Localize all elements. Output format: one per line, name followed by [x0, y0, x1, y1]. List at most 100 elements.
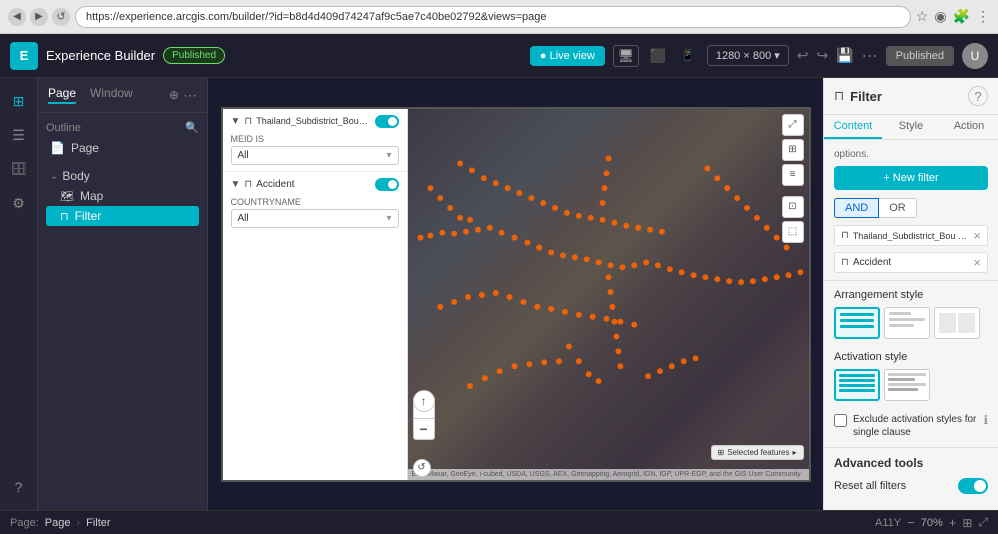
map-expand-btn[interactable]: ⤢ [782, 114, 804, 136]
right-panel-tabs: Content Style Action [824, 115, 998, 140]
tab-window[interactable]: Window [90, 86, 133, 104]
redo-btn[interactable]: ↪ [817, 47, 829, 64]
map-area: ⤢ ⊞ ≡ ⊡ ⬚ + − ↑ [408, 109, 809, 480]
exclude-checkbox[interactable] [834, 414, 847, 427]
page-value[interactable]: Page [45, 517, 71, 529]
filter-item[interactable]: ⊓ Filter [46, 206, 199, 226]
live-view-button[interactable]: ● Live view [530, 46, 605, 66]
resolution-selector[interactable]: 1280 × 800 ▾ [707, 45, 789, 66]
browser-ext-icon[interactable]: 🧩 [953, 8, 970, 25]
body-collapse-icon: ⌄ [50, 171, 58, 182]
grid-btn[interactable]: ⊞ [962, 516, 972, 530]
panel-help-btn[interactable]: ? [968, 86, 988, 106]
activation-label: Activation style [834, 351, 988, 363]
filter-left-panel: ▼ ⊓ Thailand_Subdistrict_Boundaries_2023… [223, 109, 408, 480]
map-compass-btn[interactable]: ↑ [413, 390, 435, 412]
sidebar-icon-layers[interactable]: ☰ [4, 120, 34, 150]
arrangement-option-1[interactable] [834, 307, 880, 339]
reset-all-label: Reset all filters [834, 480, 906, 492]
filter1-name: Thailand_Subdistrict_Bou ndaries_2023 [853, 231, 970, 241]
map-extent-btn[interactable]: ⊡ [782, 196, 804, 218]
map-legend-btn[interactable]: ≡ [782, 164, 804, 186]
reset-toggle[interactable] [958, 478, 988, 494]
activation-option-1[interactable] [834, 369, 880, 401]
tab-style[interactable]: Style [882, 115, 940, 139]
outline-section-header: Outline 🔍 [46, 119, 199, 138]
page-item[interactable]: 📄 Page [46, 138, 199, 158]
browser-back-btn[interactable]: ◀ [8, 8, 26, 26]
widget-preview: ▼ ⊓ Thailand_Subdistrict_Boundaries_2023… [221, 107, 811, 482]
activation-option-2[interactable] [884, 369, 930, 401]
tab-content[interactable]: Content [824, 115, 882, 139]
field1-label: MEID IS [231, 134, 399, 144]
field1-select[interactable]: All ▾ [231, 146, 399, 165]
phone-view-btn[interactable]: 📱 [677, 45, 699, 67]
tab-action[interactable]: Action [940, 115, 998, 139]
field2-select[interactable]: All ▾ [231, 209, 399, 228]
browser-star-icon[interactable]: ☆ [916, 8, 929, 25]
filter-tag-2: ⊓ Accident × [834, 252, 988, 273]
sidebar-icon-help[interactable]: ? [4, 472, 34, 502]
browser-bar: ◀ ▶ ↺ https://experience.arcgis.com/buil… [0, 0, 998, 34]
map-select-btn[interactable]: ⬚ [782, 221, 804, 243]
browser-menu-icon[interactable]: ⋮ [976, 8, 990, 25]
a11y-label: A11Y [875, 517, 901, 529]
arrangement-option-3[interactable] [934, 307, 980, 339]
fullscreen-btn[interactable]: ⤢ [978, 515, 988, 530]
and-btn[interactable]: AND [834, 198, 879, 218]
body-section-header[interactable]: ⌄ Body [46, 166, 199, 186]
sidebar-icon-pages[interactable]: ⊞ [4, 86, 34, 116]
map-item-label: Map [80, 189, 103, 203]
save-btn[interactable]: 💾 [836, 47, 853, 64]
new-filter-btn[interactable]: + New filter [834, 166, 988, 190]
panel-expand-btn[interactable]: ⊕ [169, 87, 179, 104]
browser-reload-btn[interactable]: ↺ [52, 8, 70, 26]
outline-search-btn[interactable]: 🔍 [185, 121, 199, 134]
app-logo: E [10, 42, 38, 70]
advanced-tools-section: Advanced tools Reset all filters [824, 448, 998, 502]
filter-icon-2: ⊓ [244, 179, 252, 190]
publish-btn[interactable]: Published [886, 46, 954, 66]
tab-page[interactable]: Page [48, 86, 76, 104]
map-zoom-out-btn[interactable]: − [413, 418, 435, 440]
desktop-view-btn[interactable]: 🖥 [613, 45, 639, 67]
zoom-minus-btn[interactable]: − [907, 515, 915, 530]
right-panel-header: ⊓ Filter ? [824, 78, 998, 115]
more-options-btn[interactable]: ⋯ [862, 46, 878, 66]
filter2-icon: ⊓ [841, 257, 849, 268]
exclude-info-icon[interactable]: ℹ [983, 413, 988, 427]
avatar[interactable]: U [962, 43, 988, 69]
layer1-toggle[interactable] [375, 115, 399, 128]
or-btn[interactable]: OR [879, 198, 917, 218]
right-panel-title: Filter [850, 89, 882, 104]
sidebar-icon-settings[interactable]: ⚙ [4, 188, 34, 218]
breadcrumb-sep: › [76, 517, 80, 529]
browser-forward-btn[interactable]: ▶ [30, 8, 48, 26]
content-wrapper: ⊞ ☰ 🗄 ⚙ ? Page Window ⊕ ⋯ Outline 🔍 📄 [0, 78, 998, 510]
sidebar-icon-data[interactable]: 🗄 [4, 154, 34, 184]
map-icon: 🗺 [60, 190, 74, 203]
app-header: E Experience Builder Published ● Live vi… [0, 34, 998, 78]
arrangement-option-2[interactable] [884, 307, 930, 339]
map-attribution: Esri, Maxar, GeoEye, i-cubed, USDA, USGS… [408, 469, 809, 480]
page-item-label: Page [71, 141, 99, 155]
filter2-name: Accident [853, 257, 970, 268]
panel-more-btn[interactable]: ⋯ [183, 87, 197, 104]
filter-tag-1: ⊓ Thailand_Subdistrict_Bou ndaries_2023 … [834, 225, 988, 246]
options-text: options. [834, 149, 869, 160]
map-layers-btn[interactable]: ⊞ [782, 139, 804, 161]
browser-url-bar[interactable]: https://experience.arcgis.com/builder/?i… [75, 6, 911, 28]
refresh-btn[interactable]: ↺ [413, 459, 431, 477]
filter-panel-icon: ⊓ [834, 88, 844, 104]
left-icon-sidebar: ⊞ ☰ 🗄 ⚙ ? [0, 78, 38, 510]
layer2-toggle[interactable] [375, 178, 399, 191]
zoom-plus-btn[interactable]: + [949, 515, 957, 530]
filter2-close-btn[interactable]: × [973, 256, 981, 269]
filter1-icon: ⊓ [841, 230, 849, 241]
undo-btn[interactable]: ↩ [797, 47, 809, 64]
filter1-close-btn[interactable]: × [973, 229, 981, 242]
map-item[interactable]: 🗺 Map [46, 186, 199, 206]
browser-profile-icon[interactable]: ◉ [934, 8, 946, 25]
page-icon: 📄 [50, 141, 65, 155]
tablet-view-btn[interactable]: ⬛ [647, 45, 669, 67]
